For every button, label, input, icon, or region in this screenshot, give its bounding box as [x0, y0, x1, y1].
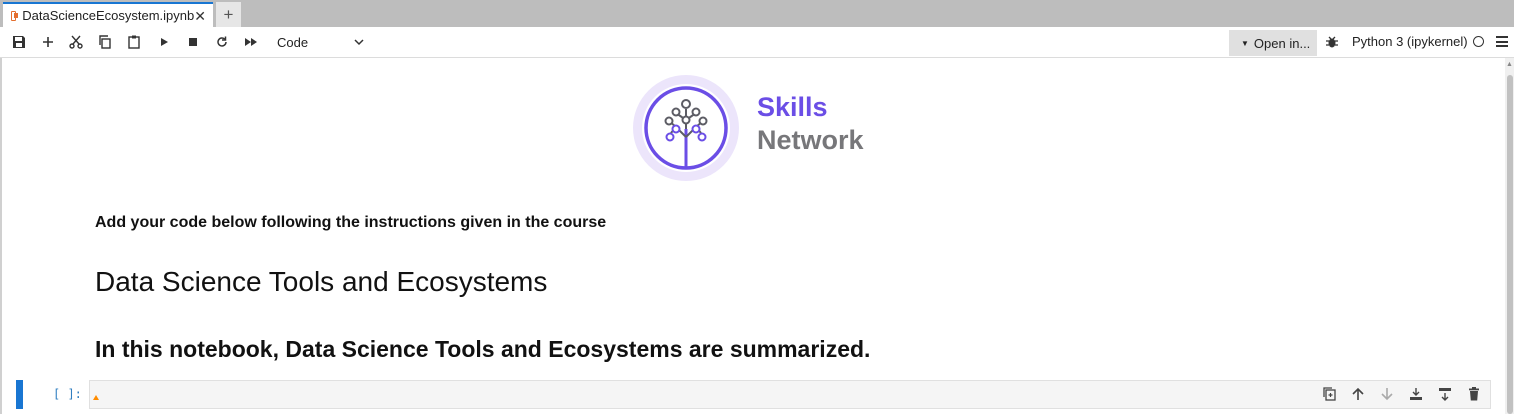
- open-in-button[interactable]: ▼ Open in...: [1229, 30, 1317, 56]
- insert-below-icon[interactable]: [1437, 386, 1453, 402]
- kernel-name[interactable]: Python 3 (ipykernel): [1352, 34, 1468, 49]
- move-down-icon[interactable]: [1379, 386, 1395, 402]
- notebook-subtitle: In this notebook, Data Science Tools and…: [95, 336, 871, 362]
- logo-text-skills: Skills: [757, 92, 828, 122]
- notebook-icon: [11, 10, 19, 21]
- stop-icon[interactable]: [185, 34, 201, 50]
- run-all-icon[interactable]: [243, 34, 259, 50]
- close-icon[interactable]: ✕: [194, 9, 206, 23]
- chevron-down-icon: [354, 38, 364, 45]
- caret-down-icon: ▼: [1241, 38, 1249, 48]
- cell-type-value: Code: [277, 34, 309, 50]
- scrollbar-thumb[interactable]: [1507, 75, 1513, 414]
- tab-bar: DataScienceEcosystem.ipynb ✕ +: [0, 0, 1514, 27]
- add-cell-icon[interactable]: [40, 34, 56, 50]
- code-cell-input[interactable]: [89, 380, 1491, 409]
- cursor-marker-icon: [93, 395, 99, 400]
- insert-above-icon[interactable]: [1408, 386, 1424, 402]
- duplicate-icon[interactable]: [1321, 386, 1337, 402]
- run-icon[interactable]: [156, 34, 172, 50]
- cell-type-select[interactable]: Code: [272, 32, 364, 52]
- restart-icon[interactable]: [214, 34, 230, 50]
- debugger-icon[interactable]: [1324, 34, 1340, 50]
- skills-network-logo-icon: [644, 86, 728, 170]
- menu-icon[interactable]: [1496, 36, 1508, 50]
- logo-text-network: Network: [757, 125, 864, 155]
- copy-icon[interactable]: [97, 34, 113, 50]
- move-up-icon[interactable]: [1350, 386, 1366, 402]
- paste-icon[interactable]: [126, 34, 142, 50]
- add-tab-button[interactable]: +: [216, 2, 241, 27]
- tab-label: DataScienceEcosystem.ipynb: [22, 8, 195, 23]
- cut-icon[interactable]: [68, 34, 84, 50]
- scroll-up-icon[interactable]: ▲: [1506, 61, 1513, 68]
- kernel-status-icon: [1473, 36, 1484, 47]
- tab-notebook[interactable]: DataScienceEcosystem.ipynb ✕: [3, 2, 213, 27]
- notebook-toolbar: Code ▼ Open in... Python 3 (ipykernel): [0, 27, 1514, 58]
- open-in-label: Open in...: [1253, 35, 1311, 51]
- instruction-text: Add your code below following the instru…: [95, 214, 607, 231]
- panel-border: [0, 58, 2, 414]
- active-cell-indicator[interactable]: [16, 380, 23, 409]
- notebook-title: Data Science Tools and Ecosystems: [95, 266, 548, 297]
- delete-icon[interactable]: [1466, 386, 1482, 402]
- execution-count-prompt: [ ]:: [53, 387, 82, 401]
- save-icon[interactable]: [11, 34, 27, 50]
